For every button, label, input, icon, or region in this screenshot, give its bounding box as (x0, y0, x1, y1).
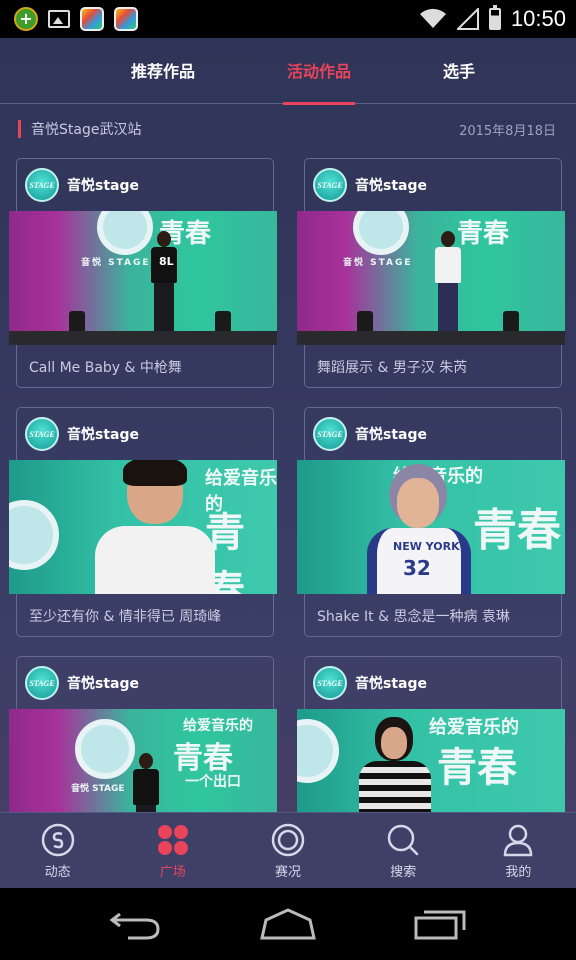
banner-text: 青春 (437, 745, 517, 791)
app-content: 推荐作品 活动作品 选手 音悦Stage武汉站 2015年8月18日 STAGE… (0, 38, 576, 888)
singer-face (381, 727, 407, 759)
nav-dynamic[interactable]: 动态 (0, 813, 115, 888)
nav-profile[interactable]: 我的 (461, 813, 576, 888)
work-card[interactable]: STAGE 音悦stage 给爱音乐的 青春 NEW YORK 32 Shake… (297, 407, 565, 638)
stage-floor (297, 331, 565, 345)
home-icon[interactable] (258, 904, 318, 944)
section-accent-bar (18, 120, 21, 138)
dancer-figure (147, 231, 181, 341)
shirt-number: 8L (159, 255, 174, 268)
back-icon[interactable] (106, 904, 166, 944)
banner-text: 青春 (473, 505, 561, 556)
nav-label: 赛况 (275, 865, 302, 880)
avatar[interactable]: STAGE (25, 417, 59, 451)
section-header: 音悦Stage武汉站 2015年8月18日 (0, 104, 576, 154)
stage-brand-text: 音悦 STAGE (81, 258, 151, 268)
video-thumbnail[interactable]: 青春 音悦 STAGE 8L (9, 211, 277, 345)
banner-text: 一个出口 (185, 774, 241, 790)
card-header[interactable]: STAGE 音悦stage (305, 408, 561, 460)
section-date: 2015年8月18日 (459, 123, 556, 139)
card-caption[interactable]: 至少还有你 & 情非得已 周琦峰 (17, 594, 273, 638)
stage-brand-text: 音悦 STAGE (71, 784, 125, 794)
nav-search[interactable]: 搜索 (346, 813, 461, 888)
profile-icon (504, 824, 533, 857)
system-nav-bar (0, 888, 576, 960)
jersey-number-text: 32 (403, 556, 431, 580)
app-notification-icon (80, 7, 104, 31)
video-thumbnail[interactable]: 给爱音乐的 青春 NEW YORK 32 (297, 460, 565, 594)
card-header[interactable]: STAGE 音悦stage (17, 408, 273, 460)
match-target-icon (271, 823, 305, 857)
battery-icon (488, 5, 501, 30)
card-caption[interactable]: 舞蹈展示 & 男子汉 朱芮 (305, 345, 561, 389)
signal-icon (456, 8, 479, 30)
work-card[interactable]: STAGE 音悦stage 青春 音悦 STAGE 舞蹈展示 & 男子汉 朱芮 (297, 158, 565, 389)
username[interactable]: 音悦stage (67, 424, 139, 444)
stage-lamp (215, 311, 231, 333)
video-thumbnail[interactable]: 青春 音悦 STAGE (297, 211, 565, 345)
card-header[interactable]: STAGE 音悦stage (305, 159, 561, 211)
stage-lamp (357, 311, 373, 333)
bottom-nav: 动态 广场 赛况 搜索 我的 (0, 812, 576, 888)
status-bar: + 10:50 (0, 0, 576, 38)
singer-figure (95, 460, 215, 594)
stage-floor (9, 331, 277, 345)
stage-logo-icon (97, 211, 153, 255)
stage-brand-text: 音悦 STAGE (343, 258, 413, 268)
nav-label: 我的 (505, 865, 532, 880)
top-tab-bar: 推荐作品 活动作品 选手 (0, 38, 576, 105)
stage-lamp (503, 311, 519, 333)
stage-logo-icon (353, 211, 409, 255)
nav-plaza[interactable]: 广场 (115, 813, 230, 888)
username[interactable]: 音悦stage (67, 175, 139, 195)
nav-label: 动态 (44, 865, 71, 880)
card-caption[interactable]: Shake It & 思念是一种病 袁琳 (305, 594, 561, 638)
banner-text: 给爱音乐的 (183, 718, 253, 734)
nav-label: 广场 (159, 865, 186, 880)
card-header[interactable]: STAGE 音悦stage (305, 657, 561, 709)
video-thumbnail[interactable]: 给爱音乐的 青春 (9, 460, 277, 594)
section-title: 音悦Stage武汉站 (31, 122, 142, 138)
recent-apps-icon[interactable] (410, 904, 470, 944)
avatar[interactable]: STAGE (25, 666, 59, 700)
username[interactable]: 音悦stage (355, 175, 427, 195)
plaza-grid-icon (157, 825, 188, 855)
nav-label: 搜索 (390, 865, 417, 880)
stage-logo-icon (9, 500, 59, 570)
dancer-figure (431, 231, 465, 341)
card-header[interactable]: STAGE 音悦stage (17, 657, 273, 709)
app-notification-icon-2 (114, 7, 138, 31)
card-header[interactable]: STAGE 音悦stage (17, 159, 273, 211)
work-card[interactable]: STAGE 音悦stage 青春 音悦 STAGE 8L Call Me Bab… (9, 158, 277, 389)
dynamic-s-icon (41, 823, 74, 857)
banner-text: 青春 (205, 510, 245, 594)
singer-face (397, 478, 439, 528)
stage-logo-icon (75, 719, 135, 779)
stage-lamp (69, 311, 85, 333)
tab-contestants[interactable]: 选手 (443, 38, 475, 104)
nav-match[interactable]: 赛况 (230, 813, 345, 888)
work-card[interactable]: STAGE 音悦stage 给爱音乐的 青春 至少还有你 & 情非得已 周琦峰 (9, 407, 277, 638)
clock: 10:50 (510, 6, 566, 31)
avatar[interactable]: STAGE (25, 168, 59, 202)
tab-recommended-works[interactable]: 推荐作品 (131, 38, 195, 104)
stage-logo-icon (297, 719, 339, 783)
username[interactable]: 音悦stage (355, 673, 427, 693)
plus-app-icon: + (14, 7, 38, 31)
wifi-icon (419, 8, 446, 28)
avatar[interactable]: STAGE (313, 168, 347, 202)
jersey-team-text: NEW YORK (393, 540, 460, 553)
username[interactable]: 音悦stage (355, 424, 427, 444)
tab-event-works[interactable]: 活动作品 (282, 38, 356, 105)
avatar[interactable]: STAGE (313, 417, 347, 451)
avatar[interactable]: STAGE (313, 666, 347, 700)
username[interactable]: 音悦stage (67, 673, 139, 693)
search-icon (387, 824, 419, 856)
card-caption[interactable]: Call Me Baby & 中枪舞 (17, 345, 273, 389)
gallery-notification-icon (48, 10, 70, 28)
